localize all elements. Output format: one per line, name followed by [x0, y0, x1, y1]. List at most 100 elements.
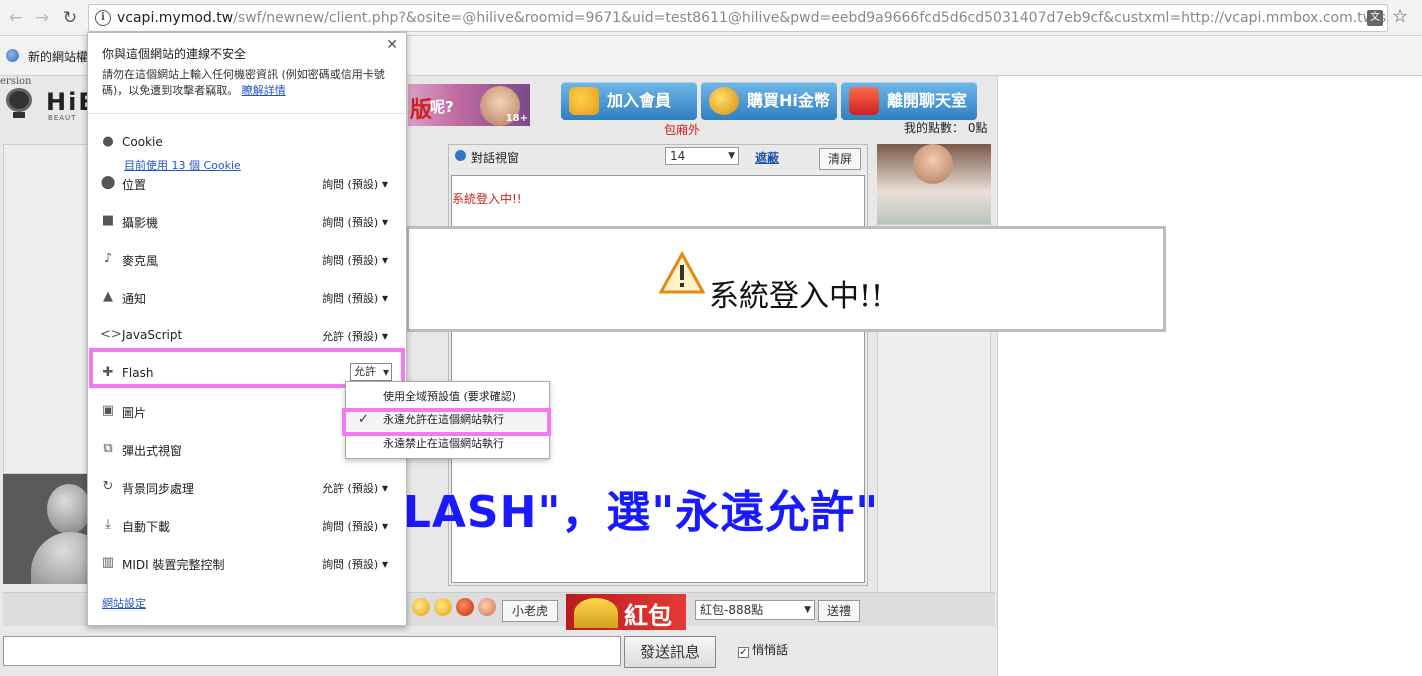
- midi-icon: ▥: [101, 555, 115, 570]
- site-settings-link[interactable]: 網站設定: [102, 595, 146, 611]
- emoji-icon[interactable]: [434, 598, 452, 616]
- bookmark-item[interactable]: 新的網站權: [28, 48, 88, 65]
- always-allow-highlight: [342, 408, 551, 436]
- cookie-icon: ●: [102, 134, 114, 149]
- buy-coins-label: 購買Hi金幣: [747, 91, 830, 110]
- permission-select[interactable]: 詢問 (預設): [322, 518, 388, 534]
- gift-select[interactable]: 紅包-888點: [695, 600, 815, 620]
- camera-icon: ■: [101, 213, 115, 228]
- permission-row-microphone: ♪ 麥克風 詢問 (預設): [88, 240, 406, 278]
- permission-select[interactable]: 詢問 (預設): [322, 214, 388, 230]
- back-button[interactable]: ←: [4, 6, 28, 30]
- red-envelope-label: 紅包: [624, 602, 672, 630]
- forward-button[interactable]: →: [30, 6, 54, 30]
- permission-select[interactable]: 詢問 (預設): [322, 556, 388, 572]
- url-host: vcapi.mymod.tw: [117, 10, 234, 26]
- site-info-icon[interactable]: i: [95, 10, 111, 26]
- learn-more-link[interactable]: 瞭解詳情: [242, 84, 286, 97]
- site-logo-sub: BEAUT: [48, 114, 77, 122]
- translate-icon[interactable]: 文: [1367, 10, 1383, 26]
- send-message-button[interactable]: 發送訊息: [624, 636, 716, 668]
- url-text: vcapi.mymod.tw/swf/newnew/client.php?&os…: [117, 10, 1387, 26]
- chat-title: 對話視窗: [471, 151, 520, 165]
- site-info-popup: ✕ 你與這個網站的連線不安全 請勿在這個網站上輸入任何機密資訊 (例如密碼或信用…: [87, 32, 407, 626]
- points-label: 我的點數： 0點: [904, 121, 988, 135]
- whisper-checkbox[interactable]: ✓ 悄悄話: [738, 641, 788, 658]
- permission-label: 攝影機: [122, 216, 159, 230]
- permission-row-auto-download: ⤓ 自動下載 詢問 (預設): [88, 506, 406, 544]
- browser-toolbar: ← → ↻ i vcapi.mymod.tw/swf/newnew/client…: [0, 0, 1422, 36]
- video-panel: [3, 144, 89, 474]
- emoji-icon[interactable]: [478, 598, 496, 616]
- permission-label: 背景同步處理: [122, 482, 195, 496]
- warning-icon: [659, 251, 705, 294]
- download-icon: ⤓: [105, 517, 111, 532]
- bell-icon: ▲: [103, 289, 113, 304]
- exit-icon: [849, 87, 879, 115]
- checkbox-icon[interactable]: ✓: [738, 647, 749, 658]
- divider: [88, 113, 406, 114]
- permission-label: MIDI 裝置完整控制: [122, 558, 225, 572]
- tiger-button[interactable]: 小老虎: [502, 600, 558, 622]
- cookie-row: ● Cookie 目前使用 13 個 Cookie: [88, 123, 406, 172]
- permission-select[interactable]: 詢問 (預設): [322, 252, 388, 268]
- send-gift-button[interactable]: 送禮: [818, 600, 860, 622]
- coin-icon: [709, 87, 739, 115]
- message-input[interactable]: [3, 636, 621, 666]
- permission-select[interactable]: 允許 (預設): [322, 480, 388, 496]
- emoji-icon[interactable]: [412, 598, 430, 616]
- permission-label: 圖片: [122, 406, 147, 420]
- chat-bullet-icon: [455, 150, 466, 161]
- join-member-button[interactable]: 加入會員: [561, 82, 697, 120]
- permission-select[interactable]: 允許 (預設): [322, 328, 388, 344]
- close-icon[interactable]: ✕: [386, 37, 398, 53]
- permission-label: 通知: [122, 292, 147, 306]
- version-label: ersion: [0, 76, 32, 87]
- join-member-label: 加入會員: [607, 91, 672, 110]
- dropdown-option-default[interactable]: 使用全域預設值 (要求確認): [346, 386, 549, 408]
- whisper-label: 悄悄話: [752, 643, 789, 657]
- leave-room-label: 離開聊天室: [887, 91, 968, 110]
- code-icon: <>: [100, 327, 122, 342]
- dropdown-option-always-block[interactable]: 永遠禁止在這個網站執行: [346, 433, 549, 455]
- permission-row-notifications: ▲ 通知 詢問 (預設): [88, 278, 406, 316]
- cookie-label: Cookie: [122, 135, 163, 149]
- permission-row-background-sync: ↻ 背景同步處理 允許 (預設): [88, 468, 406, 506]
- permission-label: JavaScript: [122, 328, 183, 342]
- permission-select[interactable]: 詢問 (預設): [322, 290, 388, 306]
- avatar: [3, 474, 89, 584]
- permission-label: 彈出式視窗: [122, 444, 183, 458]
- popup-icon: ⧉: [103, 441, 113, 456]
- permission-row-camera: ■ 攝影機 詢問 (預設): [88, 202, 406, 240]
- font-size-select[interactable]: 14: [665, 147, 739, 165]
- permission-label: 自動下載: [122, 520, 171, 534]
- login-status: 系統登入中!!: [709, 279, 884, 314]
- webcam-logo-icon: [6, 88, 32, 118]
- emoji-icon[interactable]: [456, 598, 474, 616]
- clear-button[interactable]: 清屏: [819, 148, 861, 170]
- permission-row-midi: ▥ MIDI 裝置完整控制 詢問 (預設): [88, 544, 406, 582]
- room-label: 包廂外: [664, 123, 701, 137]
- red-envelope-banner[interactable]: 紅包: [566, 594, 686, 630]
- globe-icon: [6, 49, 19, 62]
- ad-age-badge: 18+: [505, 113, 528, 124]
- permission-select[interactable]: 詢問 (預設): [322, 176, 388, 192]
- permission-label: 位置: [122, 178, 147, 192]
- ad-question: 呢?: [430, 98, 454, 116]
- ad-banner[interactable]: 版 呢? 18+: [408, 84, 530, 126]
- login-dialog: 系統登入中!!: [406, 226, 1166, 332]
- leave-room-button[interactable]: 離開聊天室: [841, 82, 977, 120]
- chat-message: 系統登入中!!: [452, 192, 522, 206]
- buy-coins-button[interactable]: 購買Hi金幣: [701, 82, 837, 120]
- host-photo: [877, 144, 991, 224]
- permission-label: 麥克風: [122, 254, 159, 268]
- permission-row-location: ⬤ 位置 詢問 (預設): [88, 164, 406, 202]
- location-icon: ⬤: [100, 175, 116, 190]
- image-icon: ▣: [101, 403, 115, 418]
- block-link[interactable]: 遮蔽: [755, 149, 779, 166]
- address-bar[interactable]: i vcapi.mymod.tw/swf/newnew/client.php?&…: [88, 4, 1388, 32]
- reload-button[interactable]: ↻: [58, 6, 82, 30]
- bookmark-star-icon[interactable]: ☆: [1392, 6, 1408, 27]
- ad-word: 版: [410, 98, 433, 123]
- popup-title: 你與這個網站的連線不安全: [102, 47, 247, 61]
